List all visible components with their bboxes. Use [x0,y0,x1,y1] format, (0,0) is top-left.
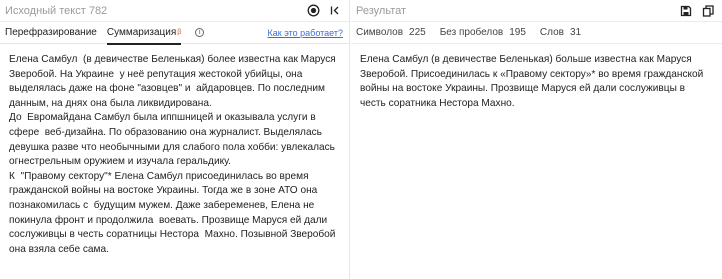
tab-paraphrase[interactable]: Перефразирование [5,22,97,44]
save-icon[interactable] [678,3,694,19]
stat-value: 31 [569,27,582,38]
stat-label: Без пробелов [439,27,504,38]
result-text[interactable]: Елена Самбул (в девичестве Беленькая) бо… [351,44,722,111]
how-it-works-link[interactable]: Как это работает? [268,28,343,38]
result-header: Результат [351,0,722,22]
result-pane: Результат Символов 225 Без пробелов 195 Сл… [351,0,722,279]
beta-badge: β [177,29,182,36]
stat-label: Слов [539,27,564,38]
source-paragraph: До Евромайдана Самбул была иппшницей и о… [9,112,338,168]
tab-summarization-label: Суммаризация [106,27,177,38]
result-title: Результат [356,4,407,17]
stat-value: 195 [509,27,526,38]
target-icon[interactable] [305,3,321,19]
tab-summarization[interactable]: Суммаризация β [106,22,182,45]
collapse-left-icon[interactable] [327,3,343,19]
copy-icon[interactable] [700,3,716,19]
result-stats: Символов 225 Без пробелов 195 Слов 31 [351,22,722,44]
tab-paraphrase-label: Перефразирование [5,27,97,38]
stat-value: 225 [409,27,426,38]
stat-words: Слов 31 [540,27,581,38]
source-paragraph: К "Правому сектору"* Елена Самбул присое… [9,170,339,255]
source-text[interactable]: Елена Самбул (в девичестве Беленькая) бо… [0,44,349,257]
stat-chars: Символов 225 [356,27,426,38]
source-header: Исходный текст 782 [0,0,349,22]
source-paragraph: Елена Самбул (в девичестве Беленькая) бо… [9,54,339,109]
source-title: Исходный текст 782 [5,4,108,17]
stat-no-spaces: Без пробелов 195 [440,27,526,38]
info-icon[interactable]: i [195,28,205,37]
stat-label: Символов [356,27,404,38]
source-pane: Исходный текст 782 Перефразирование Сумм… [0,0,350,279]
mode-tabs: Перефразирование Суммаризация β i Как это… [0,22,349,45]
